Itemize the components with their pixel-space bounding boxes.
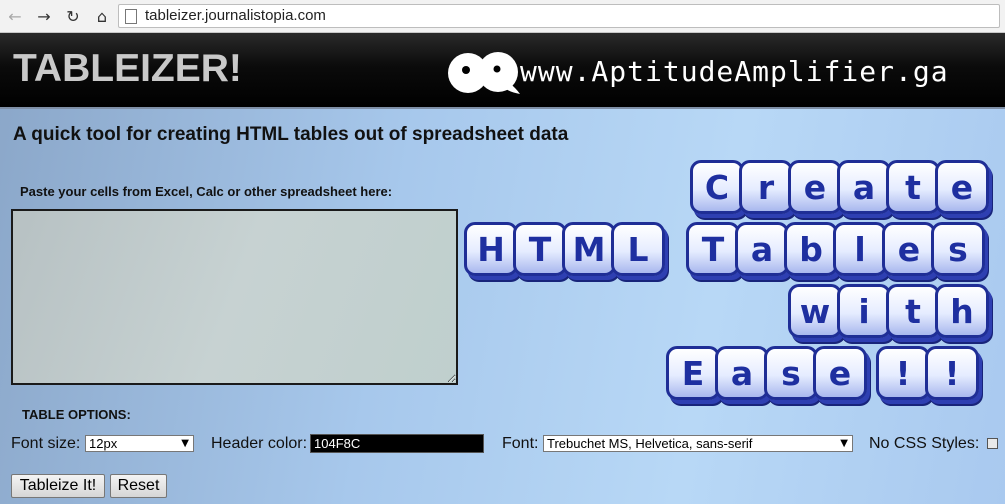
back-arrow-icon[interactable]: ←	[4, 5, 26, 27]
keycap: a	[735, 222, 789, 276]
keycap: s	[931, 222, 985, 276]
keycap: t	[886, 160, 940, 214]
forward-arrow-icon[interactable]: →	[33, 5, 55, 27]
reset-button[interactable]: Reset	[110, 474, 167, 498]
keycap: r	[739, 160, 793, 214]
keycap: a	[837, 160, 891, 214]
keycap: b	[784, 222, 838, 276]
double-eye-logo-icon	[448, 52, 520, 94]
font-family-value: Trebuchet MS, Helvetica, sans-serif	[547, 436, 753, 451]
keycap: M	[562, 222, 616, 276]
address-bar[interactable]: tableizer.journalistopia.com	[118, 4, 1000, 28]
no-css-checkbox[interactable]	[987, 438, 998, 449]
keycap: e	[882, 222, 936, 276]
font-size-select[interactable]: 12px ▼	[85, 435, 194, 452]
font-size-label: Font size:	[11, 435, 81, 452]
keycap: C	[690, 160, 744, 214]
keycap: E	[666, 346, 720, 400]
keycap: H	[464, 222, 518, 276]
spreadsheet-paste-input[interactable]	[11, 209, 458, 385]
brand-url: www.AptitudeAmplifier.ga	[520, 55, 949, 88]
font-size-value: 12px	[89, 436, 118, 451]
keycap: !	[925, 346, 979, 400]
keycap: T	[686, 222, 740, 276]
site-title: TABLEIZER!	[13, 47, 242, 90]
table-options-heading: TABLE OPTIONS:	[22, 407, 131, 422]
page-heading: A quick tool for creating HTML tables ou…	[13, 124, 569, 145]
keycap: e	[813, 346, 867, 400]
no-css-label: No CSS Styles:	[869, 435, 980, 452]
header-color-input[interactable]: 104F8C	[310, 434, 484, 453]
keycap: s	[764, 346, 818, 400]
font-label: Font:	[502, 435, 539, 452]
site-header: TABLEIZER! www.AptitudeAmplifier.ga	[0, 33, 1005, 109]
tableize-button[interactable]: Tableize It!	[11, 474, 105, 498]
url-text: tableizer.journalistopia.com	[145, 7, 326, 24]
keycap: e	[788, 160, 842, 214]
keycap: i	[837, 284, 891, 338]
font-family-select[interactable]: Trebuchet MS, Helvetica, sans-serif ▼	[543, 435, 853, 452]
keycap: l	[833, 222, 887, 276]
browser-toolbar: ← → ↻ ⌂ tableizer.journalistopia.com	[0, 0, 1005, 33]
keycap: a	[715, 346, 769, 400]
keycap: L	[611, 222, 665, 276]
keycap: h	[935, 284, 989, 338]
header-color-label: Header color:	[211, 435, 308, 452]
reload-icon[interactable]: ↻	[62, 5, 84, 27]
keycap: e	[935, 160, 989, 214]
chevron-down-icon: ▼	[181, 438, 189, 449]
keycap: !	[876, 346, 930, 400]
paste-label: Paste your cells from Excel, Calc or oth…	[20, 184, 393, 199]
home-icon[interactable]: ⌂	[91, 5, 113, 27]
keycap: w	[788, 284, 842, 338]
chevron-down-icon: ▼	[840, 438, 848, 449]
keycap: t	[886, 284, 940, 338]
keycap: T	[513, 222, 567, 276]
page-icon	[125, 9, 137, 24]
